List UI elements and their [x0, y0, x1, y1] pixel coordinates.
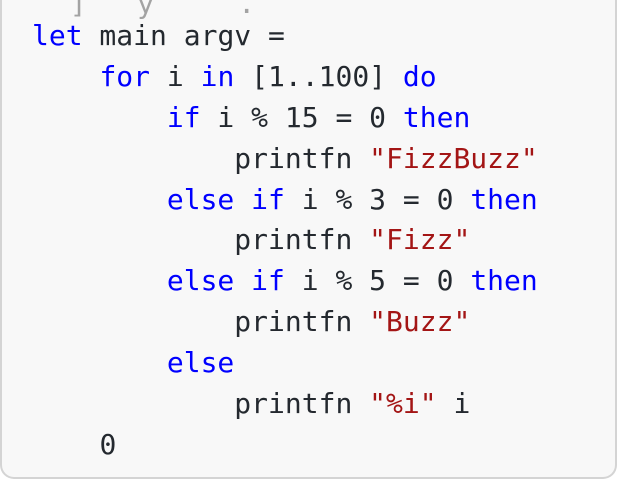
- code-line: printfn "Buzz": [32, 302, 538, 343]
- keyword-token: then: [402, 100, 471, 134]
- keyword-token: then: [470, 182, 538, 216]
- code-line: else: [32, 343, 538, 384]
- keyword-token: for: [99, 59, 151, 93]
- code-token: printfn: [234, 387, 370, 421]
- keyword-token: else: [166, 264, 235, 298]
- code-token: i: [436, 387, 471, 421]
- string-token: "Fizz": [369, 223, 471, 257]
- code-token: printfn: [234, 141, 370, 175]
- keyword-token: if: [251, 182, 285, 216]
- code-token: i: [150, 59, 201, 93]
- code-token: i % 3 = 0: [284, 182, 471, 216]
- keyword-token: else: [166, 182, 235, 216]
- keyword-token: if: [251, 264, 285, 298]
- code-line: else if i % 5 = 0 then: [32, 261, 538, 302]
- code-line: printfn "Fizz": [32, 220, 538, 261]
- keyword-token: if: [166, 100, 201, 134]
- code-line: printfn "%i" i: [32, 384, 538, 425]
- fsharp-code: let main argv = for i in [1..100] do if …: [32, 16, 538, 466]
- code-token: i % 15 = 0: [200, 100, 403, 134]
- code-token: i % 5 = 0: [284, 264, 471, 298]
- code-line: if i % 15 = 0 then: [32, 98, 538, 139]
- code-line: printfn "FizzBuzz": [32, 139, 538, 180]
- code-line: let main argv =: [32, 16, 538, 57]
- code-line: else if i % 3 = 0 then: [32, 180, 538, 221]
- keyword-token: do: [402, 59, 437, 93]
- keyword-token: else: [166, 346, 235, 380]
- code-line: 0: [32, 425, 538, 466]
- string-token: "FizzBuzz": [369, 141, 538, 175]
- code-token: [1..100]: [234, 59, 403, 93]
- code-line: for i in [1..100] do: [32, 57, 538, 98]
- code-token: printfn: [234, 223, 370, 257]
- code-token: printfn: [234, 305, 370, 339]
- string-token: "%i": [369, 387, 437, 421]
- code-token: main argv =: [82, 19, 285, 52]
- code-block: ] y . let main argv = for i in [1..100] …: [0, 0, 617, 479]
- keyword-token: then: [470, 264, 538, 298]
- code-token: 0: [99, 427, 117, 461]
- string-token: "Buzz": [369, 305, 471, 339]
- keyword-token: let: [32, 19, 83, 52]
- keyword-token: in: [200, 59, 235, 93]
